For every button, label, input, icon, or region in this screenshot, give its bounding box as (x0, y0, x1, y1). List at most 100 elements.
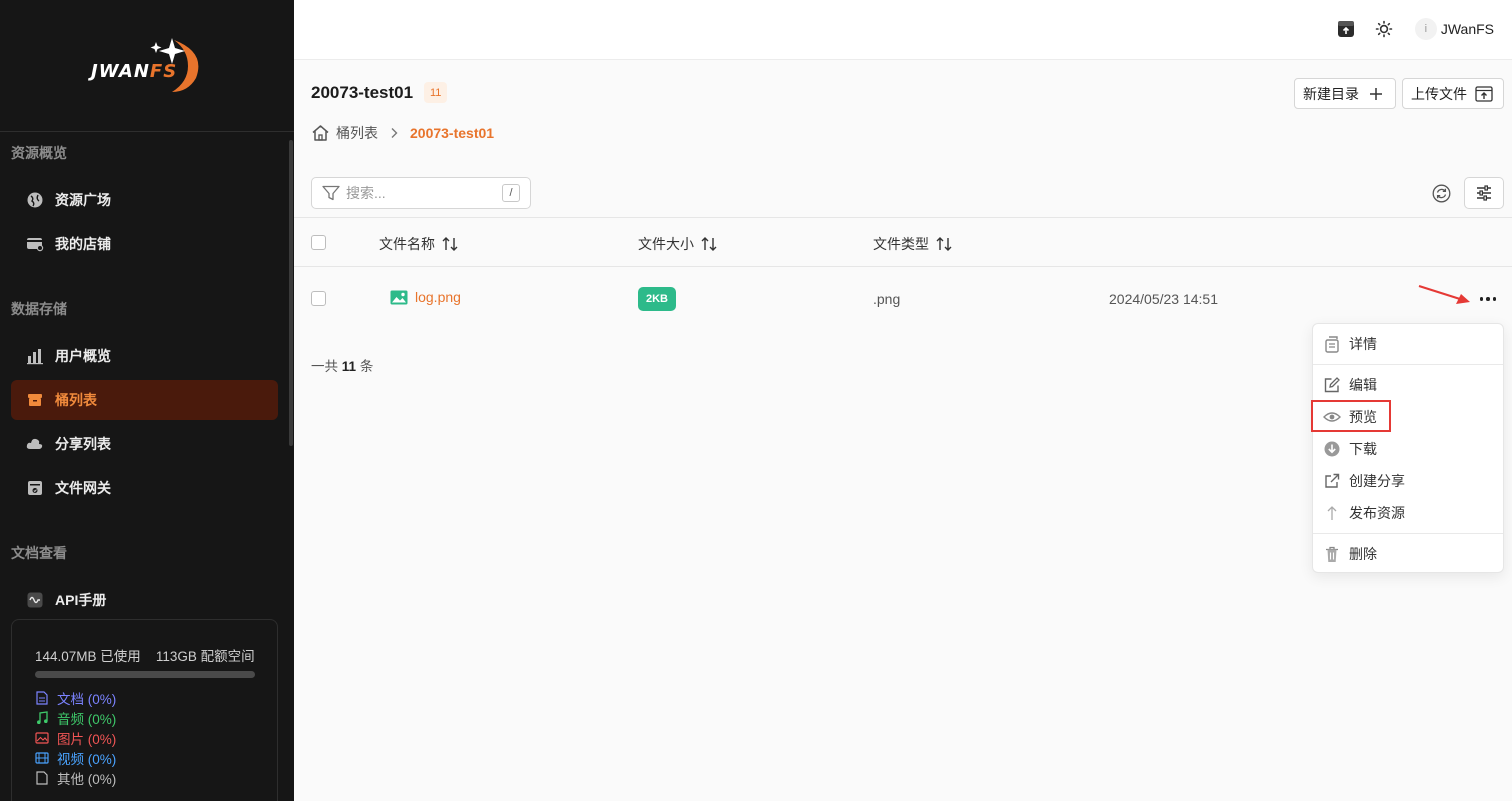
search-box[interactable]: / (311, 177, 531, 209)
upload-file-button[interactable]: 上传文件 (1402, 78, 1504, 109)
sidebar-item-label: 我的店铺 (55, 236, 111, 252)
column-header-name[interactable]: 文件名称 (379, 234, 459, 254)
user-menu[interactable]: i JWanFS (1414, 18, 1494, 40)
sliders-icon (1475, 185, 1493, 201)
app-logo[interactable]: JWANFS (88, 34, 204, 94)
menu-item-label: 创建分享 (1349, 473, 1405, 489)
file-name[interactable]: log.png (415, 289, 461, 305)
menu-item-label: 删除 (1349, 546, 1377, 562)
column-header-size[interactable]: 文件大小 (638, 234, 718, 254)
file-type-cell: .png (873, 291, 901, 307)
sidebar-item-label: 资源广场 (55, 192, 111, 208)
storage-usage-bar (35, 671, 255, 678)
sidebar-item-my-shop[interactable]: 我的店铺 (11, 224, 278, 264)
sort-icon (441, 236, 459, 252)
sidebar-item-label: 分享列表 (55, 436, 111, 452)
bucket-icon (26, 391, 44, 409)
menu-item-delete[interactable]: 删除 (1323, 542, 1377, 566)
sidebar-item-bucket-list[interactable]: 桶列表 (11, 380, 278, 420)
more-actions-button[interactable] (1478, 292, 1498, 306)
sidebar-item-label: API手册 (55, 592, 107, 608)
menu-item-download[interactable]: 下载 (1323, 437, 1377, 461)
video-icon (35, 751, 49, 765)
menu-divider (1313, 364, 1503, 365)
menu-item-label: 编辑 (1349, 377, 1377, 393)
legend-label: 视频 (0%) (57, 752, 117, 767)
storage-usage-text: 144.07MB 已使用 113GB 配额空间 (35, 649, 255, 664)
file-date-cell: 2024/05/23 14:51 (1109, 291, 1218, 307)
column-label: 文件名称 (379, 236, 435, 252)
preview-highlight-box (1311, 400, 1391, 432)
filter-icon (322, 185, 340, 201)
legend-label: 音频 (0%) (57, 712, 117, 727)
avatar: i (1414, 18, 1437, 40)
file-name-cell[interactable]: log.png (390, 289, 461, 305)
sidebar-item-share-list[interactable]: 分享列表 (11, 424, 278, 464)
annotation-arrow-icon (1418, 284, 1470, 304)
username: JWanFS (1440, 21, 1494, 37)
column-settings-button[interactable] (1464, 177, 1504, 209)
sidebar-divider (0, 131, 294, 132)
storage-usage-card: 144.07MB 已使用 113GB 配额空间 文档 (0%) 音频 (0%) … (11, 619, 278, 801)
menu-item-publish[interactable]: 发布资源 (1323, 501, 1405, 525)
document-icon (35, 691, 49, 705)
globe-icon (26, 191, 44, 209)
cloud-share-icon (26, 435, 44, 453)
column-label: 文件类型 (873, 236, 929, 252)
legend-label: 文档 (0%) (57, 692, 117, 707)
upload-file-label: 上传文件 (1411, 85, 1467, 102)
publish-icon (1323, 504, 1341, 522)
sidebar: JWANFS 资源概览 资源广场 我的店铺 数据存储 用户概览 桶列表 分享列表 (0, 0, 294, 801)
legend-other: 其他 (0%) (35, 768, 116, 788)
download-icon (1323, 440, 1341, 458)
edit-icon (1323, 376, 1341, 394)
column-header-type[interactable]: 文件类型 (873, 234, 953, 254)
sidebar-item-resource-plaza[interactable]: 资源广场 (11, 180, 278, 220)
legend-video: 视频 (0%) (35, 748, 116, 768)
legend-label: 图片 (0%) (57, 732, 117, 747)
sidebar-item-label: 用户概览 (55, 348, 111, 364)
legend-label: 其他 (0%) (57, 772, 117, 787)
shop-icon (26, 235, 44, 253)
section-title-docs: 文档查看 (11, 545, 67, 561)
legend-documents: 文档 (0%) (35, 688, 116, 708)
image-file-icon (390, 290, 408, 305)
external-link-icon (1323, 472, 1341, 490)
new-folder-label: 新建目录 (1303, 85, 1359, 102)
upload-icon (1475, 85, 1493, 103)
menu-item-create-share[interactable]: 创建分享 (1323, 469, 1405, 493)
breadcrumb-current: 20073-test01 (410, 125, 495, 141)
sidebar-item-label: 桶列表 (55, 392, 97, 408)
gateway-icon (26, 479, 44, 497)
details-icon (1323, 335, 1341, 353)
breadcrumb-home[interactable]: 桶列表 (311, 123, 378, 143)
refresh-icon[interactable] (1431, 183, 1452, 204)
sidebar-item-user-overview[interactable]: 用户概览 (11, 336, 278, 376)
sidebar-item-file-gateway[interactable]: 文件网关 (11, 468, 278, 508)
row-checkbox[interactable] (311, 291, 326, 306)
upload-tray-icon[interactable] (1336, 19, 1356, 39)
select-all-checkbox[interactable] (311, 235, 326, 250)
menu-item-details[interactable]: 详情 (1323, 332, 1377, 356)
sidebar-scrollbar[interactable] (289, 140, 293, 446)
legend-audio: 音频 (0%) (35, 708, 116, 728)
menu-item-edit[interactable]: 编辑 (1323, 373, 1377, 397)
music-icon (35, 711, 49, 725)
plus-icon (1367, 85, 1385, 103)
table-row[interactable]: log.png 2KB .png 2024/05/23 14:51 (294, 267, 1512, 331)
image-icon (35, 731, 49, 745)
menu-item-label: 详情 (1349, 336, 1377, 352)
column-label: 文件大小 (638, 236, 694, 252)
new-folder-button[interactable]: 新建目录 (1294, 78, 1396, 109)
sidebar-item-api-manual[interactable]: API手册 (11, 580, 278, 620)
search-input[interactable] (346, 185, 486, 201)
theme-toggle-sun-icon[interactable] (1374, 19, 1394, 39)
section-title-storage: 数据存储 (11, 301, 67, 317)
top-bar: i JWanFS (294, 0, 1512, 60)
chevron-right-icon (390, 127, 398, 139)
total-count: 一共 11 条 (311, 359, 374, 374)
home-icon (311, 124, 330, 142)
page-title: 20073-test01 (311, 83, 414, 102)
menu-item-label: 下载 (1349, 441, 1377, 457)
legend-images: 图片 (0%) (35, 728, 116, 748)
